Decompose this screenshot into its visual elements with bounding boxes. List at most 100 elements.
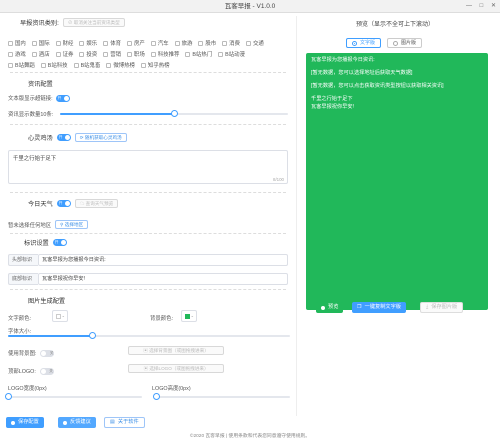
text-color-picker[interactable]: ⌄ xyxy=(52,310,68,322)
weather-preview-button[interactable]: ☁ 查询天气预览 xyxy=(74,199,119,208)
select-bg-image-button[interactable]: ▣ 选择背景图（或图拖拽进来） xyxy=(128,346,224,355)
font-size-label: 字体大小: xyxy=(8,329,32,335)
checkbox-icon xyxy=(198,40,204,46)
category-label: 汽车 xyxy=(157,41,169,47)
checkbox-icon xyxy=(31,40,37,46)
divider xyxy=(10,72,286,73)
logo-height-slider[interactable] xyxy=(152,393,290,400)
checkbox-icon xyxy=(103,51,109,57)
save-config-button[interactable]: 保存配置 xyxy=(6,417,44,428)
heart-textarea[interactable]: 千里之行始于足下 8/100 xyxy=(8,150,288,184)
category-checkbox[interactable]: 财经 xyxy=(55,39,73,47)
category-checkbox[interactable]: 消费 xyxy=(222,39,240,47)
category-label: 职场 xyxy=(133,52,145,58)
title-bar: 瓦客早报 - V1.0.0 — □ ✕ xyxy=(0,0,500,13)
clear-category-button[interactable]: ⊘ 取消关注当前资讯类型 xyxy=(62,18,125,27)
font-size-slider-handle[interactable] xyxy=(89,332,97,339)
maximize-icon[interactable]: □ xyxy=(480,3,484,9)
count-slider[interactable] xyxy=(60,110,288,117)
category-checkbox[interactable]: 知乎热榜 xyxy=(140,61,170,69)
category-checkbox[interactable]: 国际 xyxy=(31,39,50,47)
bg-image-toggle[interactable]: 关 xyxy=(40,349,55,357)
marker-section-title: 标识设置 开 xyxy=(24,238,67,247)
select-region-button[interactable]: ⚲ 选择地区 xyxy=(55,220,89,229)
save-icon xyxy=(11,420,15,425)
category-checkbox[interactable]: 微博热榜 xyxy=(106,61,135,69)
window-controls: — □ ✕ xyxy=(460,0,496,13)
about-button[interactable]: ▤ 关于软件 xyxy=(104,417,145,428)
footer: ©2020 瓦客早报 | 使用条款和代表您同意遵守使用规则。 xyxy=(189,434,311,439)
feedback-icon xyxy=(63,420,67,425)
category-checkbox[interactable]: 汽车 xyxy=(150,39,169,47)
image-icon: ▣ xyxy=(143,348,148,353)
category-checkbox[interactable]: 投资 xyxy=(79,50,97,58)
category-label: 旅游 xyxy=(181,41,193,47)
count-slider-handle[interactable] xyxy=(170,110,178,117)
show-link-toggle[interactable]: 开 xyxy=(55,94,70,102)
category-checkbox[interactable]: 营销 xyxy=(103,50,121,58)
preview-title: 预览（显示不全可上下滚动） xyxy=(355,22,434,28)
chevron-down-icon: ⌄ xyxy=(190,313,194,318)
category-checkbox[interactable]: B站鬼畜 xyxy=(73,61,101,69)
category-label: B站鬼畜 xyxy=(80,63,101,69)
footer-marker-input[interactable]: 瓦客早报祝你早安! xyxy=(38,273,288,285)
category-checkbox[interactable]: 股市 xyxy=(198,39,216,47)
checkbox-icon xyxy=(218,51,224,57)
close-icon[interactable]: ✕ xyxy=(491,3,496,9)
category-label: 股市 xyxy=(205,41,217,47)
category-checkbox[interactable]: 国内 xyxy=(8,39,26,47)
category-label: 娱乐 xyxy=(86,41,98,47)
mode-image-radio[interactable]: 图片版 xyxy=(387,38,423,48)
logo-width-slider-handle[interactable] xyxy=(4,393,12,400)
marker-toggle[interactable]: 开 xyxy=(52,239,67,246)
category-label: 房产 xyxy=(133,41,145,47)
category-checkbox[interactable]: 交通 xyxy=(245,39,264,47)
checkbox-icon xyxy=(222,40,228,46)
select-logo-button[interactable]: ▣ 选择LOGO（或图拖拽进来） xyxy=(128,364,224,373)
category-checkbox[interactable]: 体育 xyxy=(103,39,121,47)
category-checkbox[interactable]: 科技推荐 xyxy=(150,50,179,58)
checkbox-icon xyxy=(126,51,132,57)
category-checkbox[interactable]: B站科技 xyxy=(40,61,68,69)
category-checkbox[interactable]: 房产 xyxy=(126,39,145,47)
category-row-1: 国内 国际 财经 娱乐 体育 房产 汽车 旅游 股市 消费 交通 xyxy=(8,39,292,47)
category-checkbox[interactable]: 酒店 xyxy=(31,50,50,58)
weather-toggle[interactable]: 开 xyxy=(56,200,71,207)
random-heart-button[interactable]: ⟳ 随机获取心灵鸡汤 xyxy=(74,133,127,142)
chevron-down-icon: ⌄ xyxy=(61,313,65,318)
save-image-button[interactable]: ⤓ 保存图片版 xyxy=(420,302,464,313)
preview-footer-line: 瓦客早报祝你早安! xyxy=(311,104,354,110)
category-checkbox[interactable]: 职场 xyxy=(126,50,145,58)
logo-width-label: LOGO宽度(0px) xyxy=(8,386,47,392)
font-size-slider[interactable] xyxy=(8,332,290,339)
preview-button[interactable]: 预览 xyxy=(316,302,344,313)
category-checkbox[interactable]: B站动漫 xyxy=(218,50,245,58)
eye-icon xyxy=(321,305,325,310)
checkbox-icon xyxy=(79,40,85,46)
feedback-button[interactable]: 反馈建议 xyxy=(58,417,96,428)
category-label: 游戏 xyxy=(15,52,26,58)
category-checkbox[interactable]: 游戏 xyxy=(8,50,26,58)
logo-toggle[interactable]: 关 xyxy=(39,367,54,375)
logo-width-slider[interactable] xyxy=(4,393,142,400)
mode-text-radio[interactable]: 文字版 xyxy=(346,38,382,48)
copy-text-button[interactable]: ❐ 一键复制文字版 xyxy=(352,302,406,313)
heart-toggle[interactable]: 开 xyxy=(56,134,71,141)
header-marker-input[interactable]: 瓦客早报为您播报今日资讯: xyxy=(38,254,288,266)
category-row-3: B站舞蹈 B站科技 B站鬼畜 微博热榜 知乎热榜 xyxy=(8,61,292,69)
location-icon: ⚲ xyxy=(60,222,64,227)
category-checkbox[interactable]: 旅游 xyxy=(174,39,193,47)
image-section-title: 图片生成配置 xyxy=(28,298,66,305)
region-row: 暂未选择任何地区 ⚲ 选择地区 xyxy=(8,220,89,229)
minimize-icon[interactable]: — xyxy=(466,3,472,9)
category-checkbox[interactable]: 娱乐 xyxy=(79,39,97,47)
logo-height-slider-handle[interactable] xyxy=(152,393,160,400)
category-checkbox[interactable]: 证券 xyxy=(55,50,73,58)
category-checkbox[interactable]: B站舞蹈 xyxy=(8,61,35,69)
bg-color-picker[interactable]: ⌄ xyxy=(181,310,197,322)
show-link-row: 文本版显示超链接: 开 xyxy=(8,94,70,102)
category-label: 投资 xyxy=(86,52,98,58)
heart-counter: 8/100 xyxy=(273,177,284,182)
category-checkbox[interactable]: B站热门 xyxy=(185,50,212,58)
checkbox-icon xyxy=(245,40,251,46)
